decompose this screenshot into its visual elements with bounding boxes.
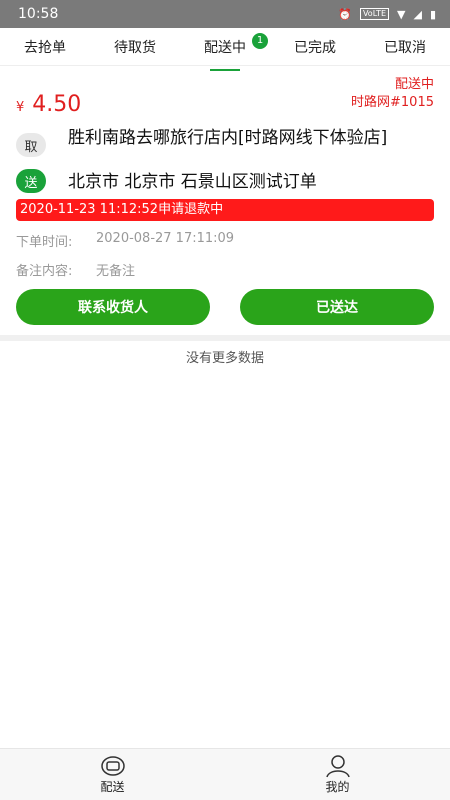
order-status: 配送中 <box>394 77 434 92</box>
order-time-row: 下单时间: 2020-08-27 17:11:09 <box>16 231 434 250</box>
price-amount: 4.50 <box>32 92 82 117</box>
order-card[interactable]: ¥ 4.50 配送中 时路网#1015 取 胜利南路去哪旅行店内[时路网线下体验… <box>0 66 450 335</box>
tab-pending-pickup[interactable]: 待取货 <box>114 29 156 65</box>
order-time-label: 下单时间: <box>16 235 73 250</box>
remark-value: 无备注 <box>96 264 136 279</box>
order-price: ¥ 4.50 <box>16 92 81 117</box>
status-time: 10:58 <box>18 6 59 22</box>
refund-notice: 2020-11-23 11:12:52申请退款中 <box>16 199 434 221</box>
nav-delivery-label: 配送 <box>100 780 125 794</box>
remark-row: 备注内容: 无备注 <box>16 260 434 279</box>
order-time-value: 2020-08-27 17:11:09 <box>96 231 235 246</box>
signal-icon: ◢ <box>413 7 422 21</box>
mark-delivered-button[interactable]: 已送达 <box>240 289 434 325</box>
wifi-icon: ▼ <box>397 7 406 21</box>
battery-icon: ▮ <box>429 7 436 21</box>
tab-delivering[interactable]: 配送中 1 <box>204 29 268 71</box>
currency-symbol: ¥ <box>16 100 25 115</box>
delivery-icon <box>100 756 125 776</box>
nav-delivery[interactable]: 配送 <box>100 754 126 795</box>
delivering-count-badge: 1 <box>252 32 268 49</box>
contact-recipient-button[interactable]: 联系收货人 <box>16 289 210 325</box>
bottom-nav: 配送 我的 <box>0 748 450 800</box>
remark-label: 备注内容: <box>16 264 73 279</box>
nav-mine-label: 我的 <box>325 780 350 794</box>
user-icon <box>325 755 350 778</box>
order-tabs: 去抢单 待取货 配送中 1 已完成 已取消 <box>0 28 450 71</box>
tab-completed[interactable]: 已完成 <box>294 29 336 65</box>
status-icons: ⏰ VoLTE ▼ ◢ ▮ <box>338 8 436 21</box>
pickup-chip: 取 <box>16 133 46 157</box>
delivery-row: 送 北京市 北京市 石景山区测试订单 <box>16 169 434 195</box>
pickup-row: 取 胜利南路去哪旅行店内[时路网线下体验店] <box>16 125 434 157</box>
status-bar: 10:58 ⏰ VoLTE ▼ ◢ ▮ <box>0 0 450 28</box>
order-status-block: 配送中 时路网#1015 <box>351 76 434 112</box>
nav-mine[interactable]: 我的 <box>325 754 351 795</box>
volte-icon: VoLTE <box>359 8 389 20</box>
alarm-icon: ⏰ <box>338 7 352 21</box>
tab-grab-order[interactable]: 去抢单 <box>24 29 66 65</box>
tab-cancelled[interactable]: 已取消 <box>384 29 426 65</box>
pickup-address: 胜利南路去哪旅行店内[时路网线下体验店] <box>68 128 388 148</box>
delivery-address: 北京市 北京市 石景山区测试订单 <box>68 172 317 192</box>
order-code: 时路网#1015 <box>351 95 434 110</box>
divider <box>0 335 450 341</box>
list-footer: 没有更多数据 <box>185 351 264 366</box>
delivery-chip: 送 <box>16 169 46 193</box>
